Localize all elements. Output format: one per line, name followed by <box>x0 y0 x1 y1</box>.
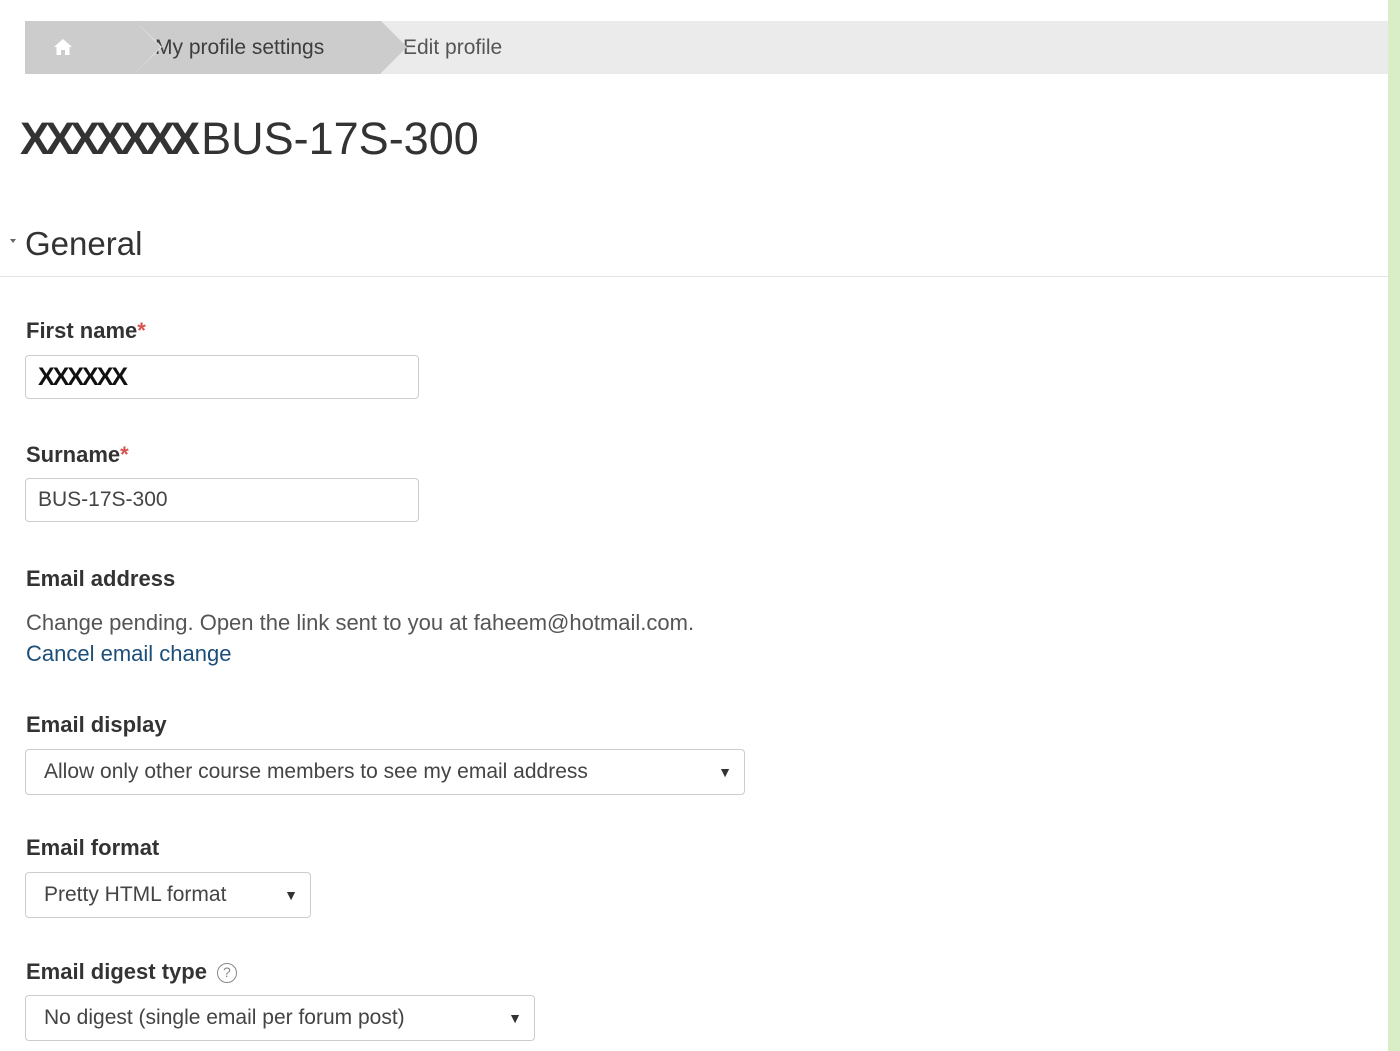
email-digest-type-label: Email digest type? <box>26 959 237 985</box>
email-display-selected-value: Allow only other course members to see m… <box>44 760 588 783</box>
dropdown-arrow-icon: ▼ <box>284 887 298 903</box>
page-title-surname: BUS-17S-300 <box>201 113 479 164</box>
breadcrumb-my-profile-settings[interactable]: My profile settings <box>135 21 407 74</box>
breadcrumb: My profile settings Edit profile <box>25 21 1388 74</box>
email-format-label: Email format <box>26 835 160 860</box>
email-digest-type-selected-value: No digest (single email per forum post) <box>44 1006 405 1029</box>
email-address-label: Email address <box>26 566 176 591</box>
email-format-select[interactable]: Pretty HTML format ▼ <box>25 872 311 918</box>
first-name-input[interactable] <box>25 355 419 399</box>
first-name-label-text: First name <box>26 318 138 343</box>
surname-label: Surname* <box>26 442 129 468</box>
email-digest-type-select[interactable]: No digest (single email per forum post) … <box>25 995 535 1041</box>
help-icon[interactable]: ? <box>216 963 237 983</box>
breadcrumb-my-profile-settings-label[interactable]: My profile settings <box>155 21 324 74</box>
required-asterisk-icon: * <box>137 318 146 343</box>
email-format-selected-value: Pretty HTML format <box>44 883 227 906</box>
page-title: XXXXXXX BUS-17S-300 <box>20 113 479 165</box>
breadcrumb-home[interactable] <box>25 21 162 74</box>
email-display-label: Email display <box>26 712 167 737</box>
dropdown-arrow-icon: ▼ <box>508 1010 522 1026</box>
redacted-first-name: XXXXXXX <box>20 113 200 164</box>
surname-input[interactable] <box>25 478 419 522</box>
section-divider <box>0 276 1388 277</box>
required-asterisk-icon: * <box>120 442 129 467</box>
email-display-select[interactable]: Allow only other course members to see m… <box>25 749 745 795</box>
home-icon[interactable] <box>53 38 73 56</box>
page: My profile settings Edit profile XXXXXXX… <box>0 0 1388 1051</box>
dropdown-arrow-icon: ▼ <box>718 764 732 780</box>
email-change-pending-message: Change pending. Open the link sent to yo… <box>26 610 695 635</box>
email-digest-type-label-text: Email digest type <box>26 959 207 984</box>
collapse-triangle-icon[interactable] <box>10 239 16 243</box>
first-name-label: First name* <box>26 318 146 344</box>
breadcrumb-edit-profile: Edit profile <box>403 36 503 59</box>
surname-label-text: Surname <box>26 442 121 467</box>
section-title-general[interactable]: General <box>25 225 142 263</box>
cancel-email-change-link[interactable]: Cancel email change <box>26 641 231 667</box>
